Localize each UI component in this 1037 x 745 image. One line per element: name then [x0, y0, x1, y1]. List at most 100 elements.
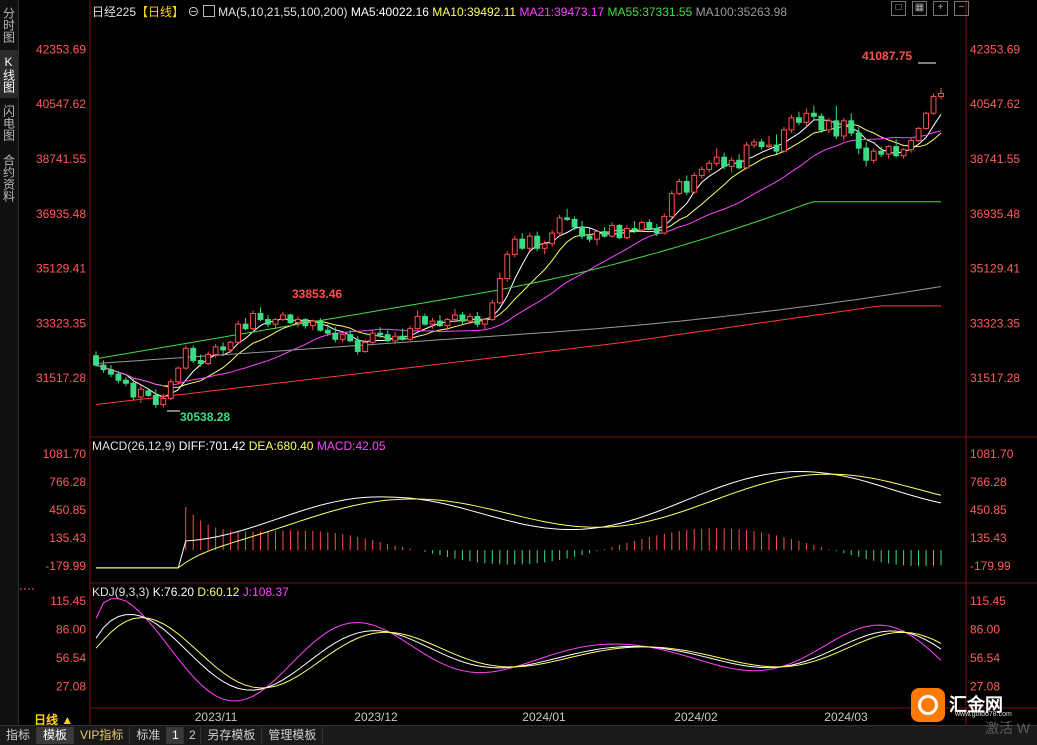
- candle-body: [586, 235, 593, 240]
- bottom-tab-1[interactable]: 模板: [37, 727, 75, 744]
- candle-body: [579, 226, 585, 237]
- candle-body: [833, 120, 840, 137]
- add-icon[interactable]: +: [933, 1, 948, 16]
- candle-body: [609, 224, 615, 237]
- candle-body: [347, 334, 354, 342]
- price-axis-right-label: 38741.55: [970, 152, 1020, 166]
- ma100-value: MA100:35263.98: [695, 5, 788, 19]
- bottom-tab-3[interactable]: 标准: [130, 727, 168, 744]
- diff-line: [96, 471, 942, 569]
- candle-body: [721, 156, 728, 167]
- candle-body: [302, 319, 309, 327]
- candle-body: [429, 320, 436, 325]
- candle-body: [167, 381, 174, 399]
- minus-icon[interactable]: −: [954, 1, 969, 16]
- low-annotation: 30538.28: [180, 410, 230, 424]
- bottom-tab-2[interactable]: VIP指标: [74, 727, 131, 744]
- candle-body: [489, 302, 496, 321]
- bottom-tab-6[interactable]: 另存模板: [201, 727, 263, 744]
- candle-body: [287, 314, 294, 324]
- candle-body: [339, 334, 346, 340]
- macd-axis-right-label: 135.43: [970, 531, 1007, 545]
- ma21-value: MA21:39473.17: [519, 5, 605, 19]
- candle-body: [795, 117, 802, 123]
- candle-body: [623, 228, 630, 239]
- candle-body: [137, 388, 144, 398]
- ma-params: MA(5,10,21,55,100,200): [218, 5, 348, 19]
- price-axis-left-label: 33323.35: [36, 316, 86, 330]
- candle-body: [571, 218, 578, 228]
- candle-body: [369, 332, 376, 343]
- candle-body: [93, 355, 99, 366]
- main-legend: 日经225【日线】 ⊖ MA(5,10,21,55,100,200) MA5:4…: [92, 3, 787, 20]
- candle-body: [205, 353, 212, 365]
- bottom-tab-7[interactable]: 管理模板: [262, 727, 324, 744]
- kdj-axis-right-label: 115.45: [970, 594, 1006, 608]
- candle-body: [309, 320, 316, 327]
- macd-axis-left-label: 135.43: [49, 531, 86, 545]
- price-axis-left-label: 40547.62: [36, 97, 86, 111]
- candle-body: [773, 144, 780, 152]
- price-axis-left-label: 35129.41: [36, 262, 86, 276]
- macd-value: MACD:42.05: [316, 439, 386, 453]
- kdj-axis-right-label: 86.00: [970, 623, 1000, 637]
- candle-body: [257, 312, 264, 321]
- candle-body: [100, 364, 107, 371]
- candle-body: [646, 221, 653, 230]
- candle-body: [661, 215, 668, 234]
- candle-body: [122, 379, 129, 384]
- k-value: K:76.20: [152, 585, 195, 599]
- ma55-line: [95, 201, 941, 360]
- j-line: [95, 598, 942, 702]
- price-axis-left-label: 31517.28: [36, 371, 86, 385]
- maximize-icon[interactable]: □: [891, 1, 906, 16]
- period-name: 【日线】: [136, 5, 185, 19]
- candle-body: [781, 129, 787, 152]
- candle-body: [481, 319, 488, 325]
- candle-body: [250, 312, 256, 330]
- candle-body: [108, 369, 114, 375]
- kdj-axis-left-label: 86.00: [56, 623, 86, 637]
- candle-body: [870, 150, 877, 161]
- candle-body: [272, 319, 279, 325]
- price-axis-right-label: 33323.35: [970, 316, 1020, 330]
- bottom-toolbar: 指标 模板 VIP指标 标准 1 2 另存模板 管理模板: [0, 725, 1037, 745]
- kdj-legend: KDJ(9,3,3) K:76.20 D:60.12 J:108.37: [92, 585, 289, 599]
- candle-body: [519, 238, 526, 249]
- price-axis-right-label: 42353.69: [970, 42, 1020, 56]
- candle-body: [399, 335, 406, 340]
- candle-body: [444, 319, 451, 327]
- macd-axis-right-label: 1081.70: [970, 447, 1014, 461]
- bottom-tab-0[interactable]: 指标: [0, 727, 38, 744]
- macd-axis-right-label: -179.99: [970, 559, 1011, 573]
- candle-body: [683, 181, 690, 193]
- grid-icon[interactable]: ▦: [912, 1, 927, 16]
- j-value: J:108.37: [242, 585, 289, 599]
- candle-body: [407, 328, 414, 340]
- candle-body: [706, 162, 713, 170]
- candle-body: [294, 319, 301, 324]
- ma-toggle-icon[interactable]: ⊖: [187, 5, 199, 19]
- price-axis-right-label: 35129.41: [970, 262, 1020, 276]
- candle-body: [743, 144, 750, 169]
- candle-body: [728, 159, 735, 167]
- bottom-tab-4[interactable]: 1: [167, 727, 185, 744]
- candle-body: [496, 278, 503, 304]
- candle-body: [810, 112, 817, 117]
- candle-body: [668, 193, 675, 217]
- candle-body: [190, 347, 197, 362]
- candle-body: [452, 314, 458, 321]
- candle-body: [885, 146, 892, 155]
- window-controls: □ ▦ + −: [891, 1, 969, 16]
- macd-axis-left-label: -179.99: [45, 559, 86, 573]
- candle-body: [930, 96, 937, 114]
- macd-name: MACD(26,12,9): [92, 439, 176, 453]
- kdj-name: KDJ(9,3,3): [92, 585, 150, 599]
- candle-body: [242, 323, 249, 330]
- candle-body: [212, 346, 219, 355]
- macd-axis-left-label: 450.85: [49, 503, 86, 517]
- candle-body: [751, 141, 757, 146]
- bottom-tab-5[interactable]: 2: [184, 727, 202, 744]
- candle-body: [893, 146, 900, 157]
- candle-body: [474, 316, 481, 325]
